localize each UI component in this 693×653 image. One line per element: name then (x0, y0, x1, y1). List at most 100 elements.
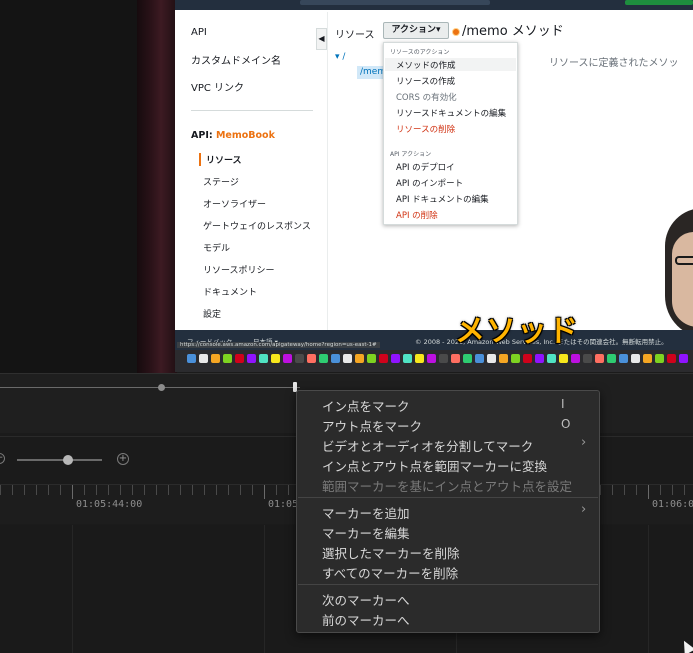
sidebar-item-api: API (191, 27, 207, 38)
sidebar-item-documentation: ドキュメント (203, 288, 258, 298)
ruler-major-tick (264, 485, 265, 499)
browser-status-url: https://console.aws.amazon.com/apigatewa… (177, 342, 380, 348)
menu-item-edit-marker[interactable]: マーカーを編集 (322, 523, 410, 542)
dock-app-icon (211, 354, 220, 363)
ruler-major-tick (648, 485, 649, 499)
sidebar-item-vpc-link: VPC リンク (191, 83, 245, 94)
aws-topbar-button (625, 0, 693, 5)
resource-tree-root: ▾ / (335, 52, 346, 62)
dock-app-icon (403, 354, 412, 363)
dock-app-icon (511, 354, 520, 363)
aws-menu-deploy-api: API のデプロイ (396, 163, 455, 173)
zoom-slider-thumb[interactable] (63, 455, 73, 465)
dock-app-icon (619, 354, 628, 363)
sidebar-item-models: モデル (203, 244, 231, 254)
aws-menu-create-resource: リソースの作成 (396, 77, 456, 87)
dock-app-icon (199, 354, 208, 363)
zoom-slider-track[interactable] (17, 459, 102, 461)
menu-item-split-av-mark[interactable]: ビデオとオーディオを分割してマーク (322, 436, 533, 455)
actions-button: アクション▾ (383, 22, 449, 39)
aws-menu-enable-cors: CORS の有効化 (396, 93, 457, 103)
sidebar-item-resource-policy: リソースポリシー (203, 266, 275, 276)
dock-app-icon (439, 354, 448, 363)
dock-app-icon (247, 354, 256, 363)
dock-app-icon (559, 354, 568, 363)
timecode-label: 01:05:44:00 (76, 499, 143, 510)
dock-app-icon (655, 354, 664, 363)
menu-item-delete-all-markers[interactable]: すべてのマーカーを削除 (322, 563, 458, 582)
aws-sidebar: API カスタムドメイン名 VPC リンク API: MemoBook リソース… (175, 12, 327, 330)
aws-menu-edit-resource-docs: リソースドキュメントの編集 (396, 109, 507, 119)
dock-app-icon (451, 354, 460, 363)
menu-item-delete-selected-marker[interactable]: 選択したマーカーを削除 (322, 543, 460, 562)
sidebar-api-heading: API: MemoBook (191, 130, 275, 141)
menu-item-previous-marker[interactable]: 前のマーカーへ (322, 610, 410, 629)
resources-label: リソース (335, 30, 375, 41)
timecode-label: 01:06:08 (652, 499, 693, 510)
shortcut-mark-out: O (561, 417, 571, 431)
sidebar-item-custom-domain: カスタムドメイン名 (191, 56, 281, 67)
aws-actions-menu: リソースのアクション メソッドの作成 リソースの作成 CORS の有効化 リソー… (383, 42, 518, 225)
dock-app-icon (679, 354, 688, 363)
sidebar-item-stages: ステージ (203, 178, 239, 188)
submenu-chevron-icon: › (581, 435, 587, 450)
menu-separator (298, 497, 598, 498)
resource-description: リソースに定義されたメソッ (549, 58, 679, 69)
video-frame: API カスタムドメイン名 VPC リンク API: MemoBook リソース… (175, 0, 693, 372)
dock-app-icon (607, 354, 616, 363)
dock-app-icon (391, 354, 400, 363)
track-gridline (72, 525, 73, 653)
aws-menu-edit-api-docs: API ドキュメントの編集 (396, 195, 489, 205)
menu-separator (298, 584, 598, 585)
dock-app-icon (583, 354, 592, 363)
scrub-line (0, 387, 300, 388)
menu-item-mark-out[interactable]: アウト点をマーク (322, 416, 422, 435)
dock-app-icon (283, 354, 292, 363)
zoom-in-icon[interactable]: + (117, 453, 129, 465)
ruler-major-tick (72, 485, 73, 499)
sidebar-collapse-icon: ◀ (316, 28, 327, 50)
dock-app-icon (367, 354, 376, 363)
dock-app-icon (595, 354, 604, 363)
presenter-face (672, 232, 693, 327)
dock-app-icon (187, 354, 196, 363)
dock-app-icon (463, 354, 472, 363)
sidebar-rule (327, 12, 328, 330)
aws-menu-section-resource: リソースのアクション (390, 49, 450, 56)
dock-app-icon (631, 354, 640, 363)
dock-app-icon (259, 354, 268, 363)
menu-item-convert-to-range-marker[interactable]: イン点とアウト点を範囲マーカーに変換 (322, 456, 547, 475)
dock-app-icon (535, 354, 544, 363)
menu-item-add-marker[interactable]: マーカーを追加 (322, 503, 410, 522)
sidebar-item-settings: 設定 (203, 310, 222, 320)
dock-app-icon (355, 354, 364, 363)
track-gridline (264, 525, 265, 653)
menu-item-mark-in[interactable]: イン点をマーク (322, 396, 410, 415)
video-editor-window: API カスタムドメイン名 VPC リンク API: MemoBook リソース… (0, 0, 693, 653)
dock-app-icon (643, 354, 652, 363)
aws-search-bar (300, 0, 490, 5)
dock-app-icon (307, 354, 316, 363)
zoom-out-icon[interactable]: − (0, 453, 5, 464)
dock-app-icon (475, 354, 484, 363)
marker-context-menu: イン点をマーク I アウト点をマーク O ビデオとオーディオを分割してマーク ›… (296, 390, 600, 633)
dock-app-icon (667, 354, 676, 363)
submenu-chevron-icon: › (581, 502, 587, 517)
method-icon (452, 28, 460, 36)
menu-item-set-in-out-from-range: 範囲マーカーを基にイン点とアウト点を設定 (322, 479, 573, 494)
dock-app-icon (499, 354, 508, 363)
aws-menu-section-api: API アクション (390, 151, 432, 158)
dock-app-icon (319, 354, 328, 363)
menu-item-next-marker[interactable]: 次のマーカーへ (322, 590, 410, 609)
dock-app-icon (343, 354, 352, 363)
video-caption: メソッド (455, 314, 579, 349)
dock-app-icon (271, 354, 280, 363)
dock-app-icon (331, 354, 340, 363)
dock-app-icon (571, 354, 580, 363)
sidebar-item-gateway-responses: ゲートウェイのレスポンス (203, 222, 311, 232)
macos-dock (175, 350, 693, 372)
dock-app-icon (415, 354, 424, 363)
dock-app-icon (223, 354, 232, 363)
dock-app-icon (523, 354, 532, 363)
scrub-handle[interactable] (158, 384, 165, 391)
